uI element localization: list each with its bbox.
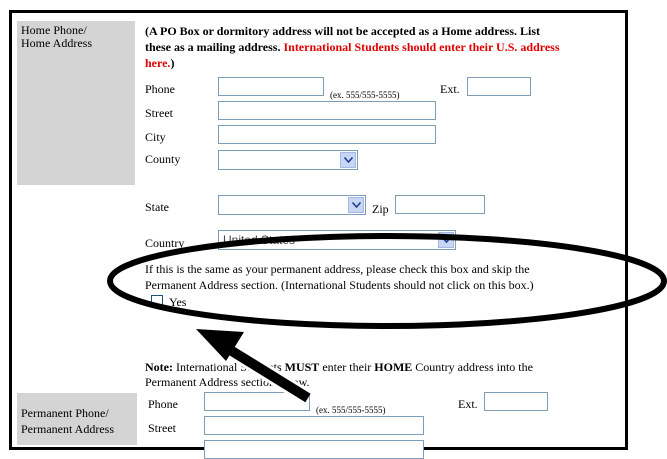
- home-phone-example: (ex. 555/555-5555): [330, 90, 400, 100]
- permanent-address-label: Permanent Phone/ Permanent Address: [17, 393, 137, 445]
- home-ext-input[interactable]: [467, 77, 531, 96]
- home-street-label: Street: [145, 106, 173, 120]
- note-text1: International Students: [172, 360, 285, 374]
- permanent-street2-input[interactable]: [204, 440, 424, 459]
- permanent-street-label: Street: [148, 421, 176, 435]
- home-notice-red: International Students should enter thei…: [280, 40, 560, 54]
- permanent-street-input[interactable]: [204, 416, 424, 435]
- home-notice-black: these as a mailing address.: [145, 40, 281, 54]
- home-notice-close: ): [170, 56, 175, 70]
- home-notice-line2: these as a mailing address. Internationa…: [145, 40, 560, 54]
- home-address-label: Home Phone/ Home Address: [17, 21, 135, 185]
- chevron-down-icon[interactable]: [340, 152, 356, 168]
- home-city-input[interactable]: [218, 125, 436, 144]
- home-city-label: City: [145, 130, 166, 144]
- home-county-label: County: [145, 152, 181, 166]
- same-address-line1: If this is the same as your permanent ad…: [145, 262, 530, 276]
- home-street-input[interactable]: [218, 101, 436, 120]
- note-home: HOME: [374, 360, 413, 374]
- same-address-yes-label: Yes: [169, 295, 187, 309]
- note-must: MUST: [284, 360, 320, 374]
- note-text3: Country address into the: [412, 360, 533, 374]
- home-phone-label: Phone: [145, 82, 175, 96]
- permanent-label-line2: Permanent Address: [21, 422, 114, 436]
- home-zip-input[interactable]: [395, 195, 485, 214]
- permanent-phone-example: (ex. 555/555-5555): [316, 405, 386, 415]
- home-notice-line3: here.): [145, 56, 174, 70]
- home-country-label: Country: [145, 236, 185, 250]
- chevron-down-icon[interactable]: [348, 197, 364, 213]
- note-prefix: Note:: [145, 360, 173, 374]
- permanent-label-line1: Permanent Phone/: [21, 406, 109, 420]
- same-address-line2: Permanent Address section. (Internationa…: [145, 278, 534, 292]
- home-zip-label: Zip: [372, 202, 389, 216]
- permanent-phone-label: Phone: [148, 397, 178, 411]
- permanent-ext-label: Ext.: [458, 397, 478, 411]
- chevron-down-icon[interactable]: [438, 232, 454, 248]
- international-note-line2: Permanent Address section below.: [145, 375, 310, 389]
- international-note-line1: Note: International Students MUST enter …: [145, 360, 533, 374]
- permanent-ext-input[interactable]: [484, 392, 548, 411]
- note-text2: enter their: [319, 360, 375, 374]
- home-state-label: State: [145, 200, 169, 214]
- permanent-phone-input[interactable]: [204, 392, 310, 411]
- home-phone-input[interactable]: [218, 77, 324, 96]
- home-country-value: United States: [223, 233, 296, 247]
- same-address-checkbox[interactable]: [151, 295, 163, 307]
- home-notice-here: here.: [145, 56, 171, 70]
- home-state-select[interactable]: [218, 195, 366, 215]
- home-county-select[interactable]: [218, 150, 358, 170]
- home-country-select[interactable]: United States: [218, 230, 456, 250]
- home-notice-line1: (A PO Box or dormitory address will not …: [145, 24, 540, 38]
- home-label-line2: Home Address: [21, 36, 92, 50]
- home-ext-label: Ext.: [440, 82, 460, 96]
